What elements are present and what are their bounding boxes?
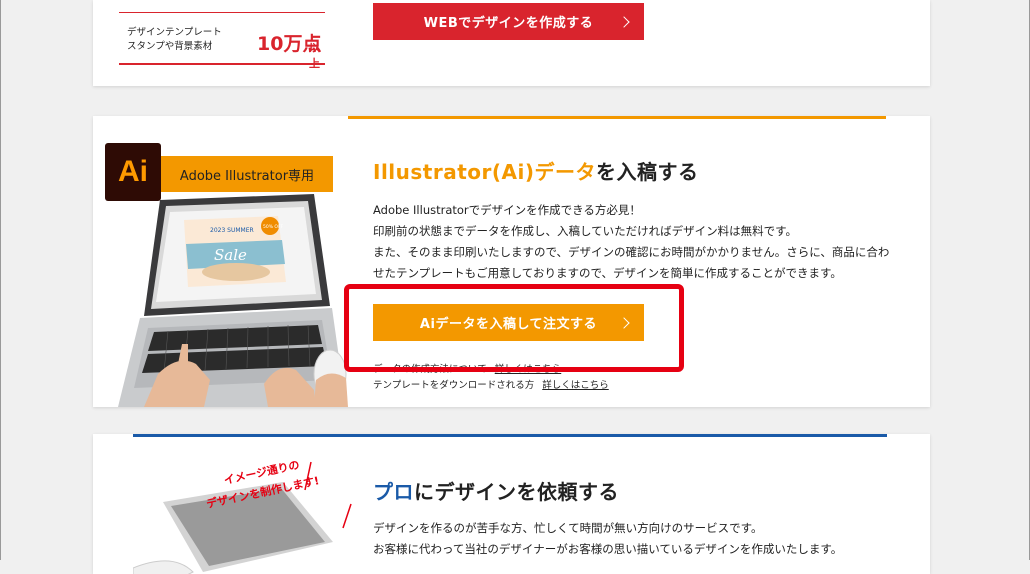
- card-accent-bar: [133, 434, 887, 437]
- template-count-badge: デザインテンプレート スタンプや背景素材 10万点 以上: [119, 12, 325, 70]
- illustrator-heading: Illustrator(Ai)データを入稿する: [373, 156, 699, 185]
- description-line: 印刷前の状態までデータを作成し、入稿していただければデザイン料は無料です。: [373, 224, 798, 238]
- screen-title: 2023 SUMMER: [210, 227, 254, 234]
- pro-design-heading: プロにデザインを依頼する: [373, 476, 619, 505]
- web-design-button-label: WEBでデザインを作成する: [423, 16, 594, 31]
- description-line: Adobe Illustratorでデザインを作成できる方必見！: [373, 203, 641, 217]
- illustrator-heading-rest: を入稿する: [596, 160, 699, 184]
- card-accent-bar: [348, 116, 886, 119]
- screen-sale-text: Sale: [214, 246, 247, 264]
- stamp-line-2: スタンプや背景素材: [127, 41, 213, 52]
- illustrator-logo: Ai: [105, 143, 161, 201]
- screen-badge: 50% OFF: [263, 224, 284, 230]
- pro-design-card: イメージ通りの デザインを制作します! プロにデザインを依頼する デザインを作る…: [93, 434, 930, 574]
- description-line: デザインを作るのが苦手な方、忙しくて時間が無い方向けのサービスです。: [373, 521, 763, 535]
- template-download-link[interactable]: 詳しくはこちら: [542, 380, 609, 391]
- chevron-right-icon: [618, 15, 630, 28]
- template-download-row: テンプレートをダウンロードされる方 詳しくはこちら: [373, 377, 609, 391]
- stamp-line-1: デザインテンプレート: [127, 27, 222, 38]
- illustrator-only-tag-label: Adobe Illustrator専用: [179, 168, 315, 184]
- illustrator-only-tag: Adobe Illustrator専用: [161, 156, 333, 192]
- pro-design-illustration: イメージ通りの デザインを制作します!: [133, 458, 352, 574]
- web-design-card: デザインテンプレート スタンプや背景素材 10万点 以上 WEBでデザインを作成…: [93, 0, 930, 86]
- template-download-text: テンプレートをダウンロードされる方: [373, 380, 535, 391]
- description-line: また、そのまま印刷いたしますので、デザインの確認にお時間がかかりません。さらに、…: [373, 245, 890, 259]
- description-line: お客様に代わって当社のデザイナーがお客様の思い描いているデザインを作成いたします…: [373, 542, 843, 556]
- illustrator-logo-text: Ai: [118, 155, 148, 188]
- laptop-illustration: 2023 SUMMER Sale 50% OFF: [118, 194, 348, 407]
- illustrator-card: 2023 SUMMER Sale 50% OFF Ai Adobe Illust…: [93, 116, 930, 407]
- template-count-suffix: 以上: [309, 41, 320, 70]
- description-line: せたテンプレートもご用意しておりますので、デザインを簡単に作成することができます…: [373, 266, 842, 280]
- web-design-button[interactable]: WEBでデザインを作成する: [373, 3, 644, 40]
- illustrator-heading-highlight: Illustrator(Ai)データ: [373, 160, 596, 184]
- pro-design-heading-rest: にデザインを依頼する: [414, 480, 619, 504]
- annotation-highlight-box: [344, 284, 684, 372]
- page-border-left: [0, 0, 1, 560]
- pro-design-description: デザインを作るのが苦手な方、忙しくて時間が無い方向けのサービスです。 お客様に代…: [373, 518, 918, 560]
- pro-design-heading-highlight: プロ: [373, 480, 414, 504]
- illustrator-description: Adobe Illustratorでデザインを作成できる方必見！ 印刷前の状態ま…: [373, 200, 918, 284]
